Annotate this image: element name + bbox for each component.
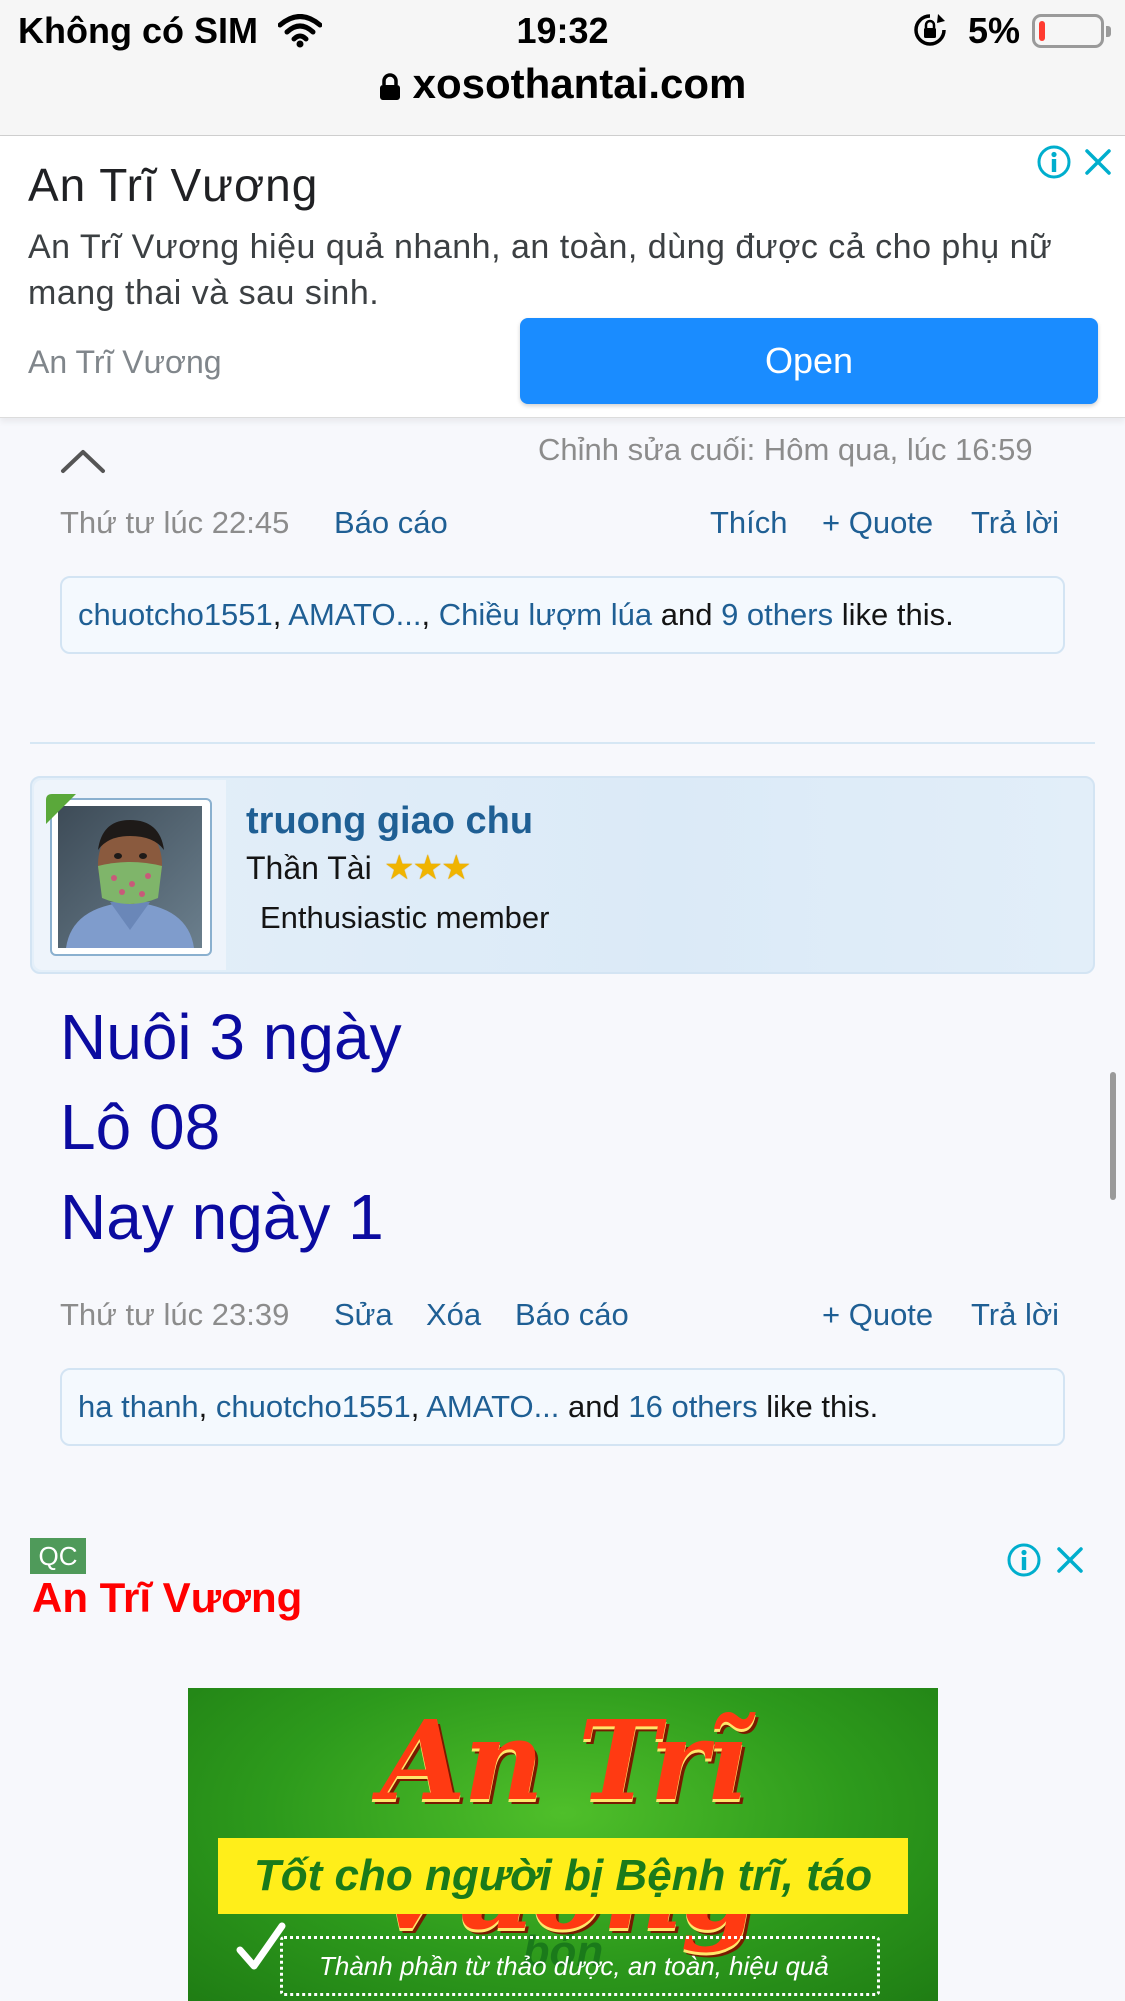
ad-open-button[interactable]: Open [520, 318, 1098, 404]
clock: 19:32 [516, 10, 609, 51]
scrollbar[interactable] [1110, 1072, 1116, 1200]
liker-link[interactable]: chuotcho1551 [78, 597, 273, 632]
quote-link[interactable]: + Quote [822, 1297, 933, 1333]
ad-advertiser: An Trĩ Vương [28, 344, 222, 380]
user-title: Thần Tài [246, 850, 372, 886]
user-rank: Enthusiastic member [260, 900, 550, 935]
post-text-line: Nuôi 3 ngày [60, 1001, 402, 1073]
like-link[interactable]: Thích [710, 505, 788, 541]
ad-badge: QC [30, 1538, 86, 1574]
liker-link[interactable]: ha thanh [78, 1389, 199, 1424]
liker-link[interactable]: AMATO... [426, 1389, 559, 1424]
user-card: truong giao chu Thần Tài ★★★ Enthusiasti… [30, 776, 1095, 974]
likes-summary: ha thanh, chuotcho1551, AMATO... and 16 … [60, 1368, 1065, 1446]
address-bar[interactable]: xosothantai.com [0, 60, 1125, 111]
url-domain: xosothantai.com [412, 60, 747, 107]
ad-banner-image[interactable]: An Trĩ Vương Tốt cho người bị Bệnh trĩ, … [188, 1688, 938, 2001]
ad-description: An Trĩ Vương hiệu quả nhanh, an toàn, dù… [28, 228, 1053, 266]
others-link[interactable]: 9 others [721, 597, 833, 632]
info-icon[interactable] [1006, 1542, 1042, 1583]
top-ad-banner[interactable]: An Trĩ Vương An Trĩ Vương hiệu quả nhanh… [0, 136, 1125, 418]
liker-link[interactable]: AMATO... [288, 597, 421, 632]
quote-link[interactable]: + Quote [822, 505, 933, 541]
reply-link[interactable]: Trả lời [971, 1297, 1059, 1333]
info-icon[interactable] [1036, 144, 1072, 185]
edit-link[interactable]: Sửa [334, 1297, 393, 1333]
ad-title[interactable]: An Trĩ Vương [28, 158, 318, 212]
online-status-icon [46, 794, 80, 833]
browser-status-bar: Không có SIM 19:32 5% xosothantai.com [0, 0, 1125, 136]
avatar-cell [34, 780, 226, 970]
post-text-line: Nay ngày 1 [60, 1181, 384, 1253]
liker-link[interactable]: Chiều lượm lúa [439, 597, 652, 632]
last-edit-note: Chỉnh sửa cuối: Hôm qua, lúc 16:59 [538, 432, 1033, 467]
post-divider [30, 742, 1095, 744]
close-icon[interactable] [1082, 146, 1114, 183]
battery-icon [1032, 14, 1111, 48]
post-timestamp[interactable]: Thứ tư lúc 23:39 [60, 1297, 289, 1333]
checkmark-icon [236, 1920, 286, 1981]
report-link[interactable]: Báo cáo [515, 1297, 629, 1333]
ad-title[interactable]: An Trĩ Vương [32, 1574, 302, 1622]
delete-link[interactable]: Xóa [426, 1297, 481, 1333]
close-icon[interactable] [1054, 1544, 1086, 1581]
rotation-lock-icon [912, 12, 948, 53]
report-link[interactable]: Báo cáo [334, 505, 448, 541]
ad-description-line2: mang thai và sau sinh. [28, 274, 380, 312]
lock-icon [379, 63, 401, 111]
banner-bullet: Thành phần từ thảo dược, an toàn, hiệu q… [280, 1936, 880, 1996]
liker-link[interactable]: chuotcho1551 [216, 1389, 411, 1424]
username-link[interactable]: truong giao chu [246, 800, 533, 843]
star-rating-icon: ★★★ [384, 849, 471, 887]
post-text-line: Lô 08 [60, 1091, 221, 1163]
reply-link[interactable]: Trả lời [971, 505, 1059, 541]
banner-subtitle: Tốt cho người bị Bệnh trĩ, táo bón [218, 1838, 908, 1976]
chevron-up-icon[interactable] [60, 448, 106, 479]
others-link[interactable]: 16 others [628, 1389, 757, 1424]
battery-percent: 5% [968, 10, 1021, 51]
post-timestamp[interactable]: Thứ tư lúc 22:45 [60, 505, 289, 541]
likes-summary: chuotcho1551, AMATO..., Chiều lượm lúa a… [60, 576, 1065, 654]
